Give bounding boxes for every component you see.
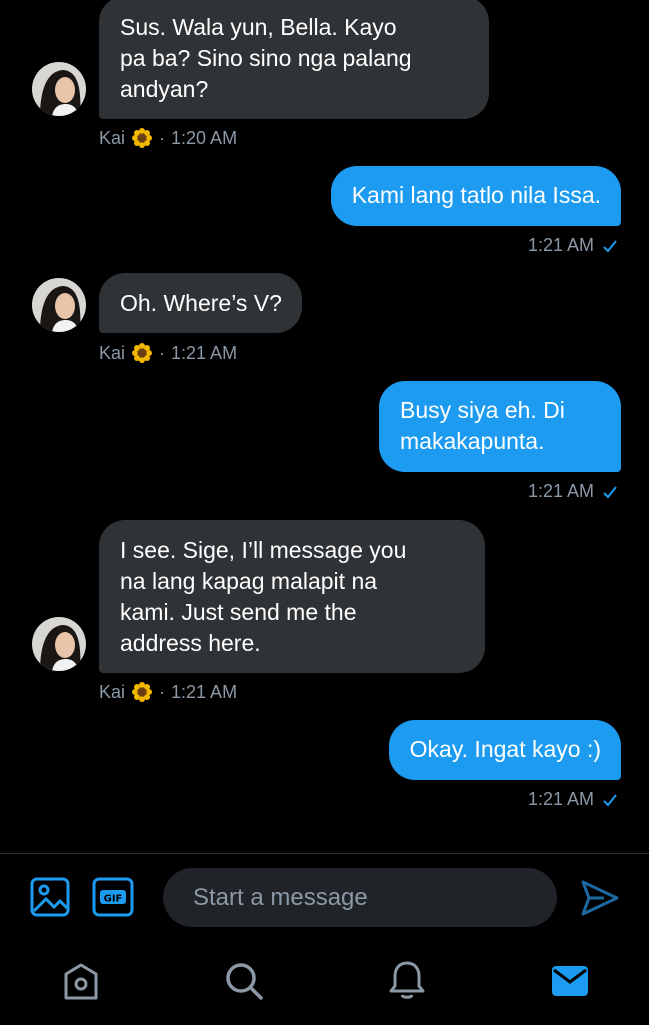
contact-avatar[interactable] <box>32 278 86 332</box>
sent-check-icon <box>603 793 617 806</box>
contact-avatar[interactable] <box>32 617 86 671</box>
message-time: 1:21 AM <box>527 235 594 255</box>
message-meta: Kai · 1:21 AM <box>99 681 238 703</box>
message-bubble-incoming[interactable]: I see. Sige, I’ll message you na lang ka… <box>99 520 485 673</box>
contact-avatar[interactable] <box>32 62 86 116</box>
gif-icon[interactable]: GIF <box>92 877 134 917</box>
message-time: 1:21 AM <box>171 681 238 702</box>
message-time: 1:21 AM <box>171 342 238 363</box>
sender-name: Kai <box>99 342 126 363</box>
message-bubble-incoming[interactable]: Oh. Where’s V? <box>99 273 302 333</box>
message-composer: GIF Start a message <box>0 853 649 1025</box>
sent-check-icon <box>603 239 617 252</box>
message-meta: Kai · 1:20 AM <box>99 127 238 149</box>
message-meta: 1:21 AM <box>528 235 618 256</box>
messages-icon[interactable] <box>551 964 589 998</box>
sender-name: Kai <box>99 681 126 702</box>
sender-name: Kai <box>99 127 126 148</box>
message-time: 1:21 AM <box>527 789 594 809</box>
message-time: 1:20 AM <box>171 127 238 148</box>
message-bubble-incoming[interactable]: Sus. Wala yun, Bella. Kayo pa ba? Sino s… <box>99 0 489 119</box>
search-icon[interactable] <box>224 961 264 1001</box>
message-input[interactable]: Start a message <box>163 868 557 927</box>
sunflower-emoji-icon <box>131 681 153 703</box>
notifications-icon[interactable] <box>388 960 426 1000</box>
message-bubble-outgoing[interactable]: Busy siya eh. Di makakapunta. <box>379 381 621 472</box>
message-meta: 1:21 AM <box>528 789 618 810</box>
svg-text:GIF: GIF <box>104 894 123 905</box>
message-bubble-outgoing[interactable]: Okay. Ingat kayo :) <box>388 720 621 780</box>
message-time: 1:21 AM <box>527 481 594 501</box>
home-icon[interactable] <box>62 962 100 1000</box>
input-placeholder: Start a message <box>193 883 368 911</box>
sunflower-emoji-icon <box>131 342 153 364</box>
message-bubble-outgoing[interactable]: Kami lang tatlo nila Issa. <box>330 166 621 226</box>
sent-check-icon <box>603 485 617 498</box>
image-icon[interactable] <box>30 877 70 917</box>
send-icon[interactable] <box>580 878 620 918</box>
sunflower-emoji-icon <box>131 127 153 149</box>
message-meta: 1:21 AM <box>528 481 618 502</box>
message-meta: Kai · 1:21 AM <box>99 342 238 364</box>
